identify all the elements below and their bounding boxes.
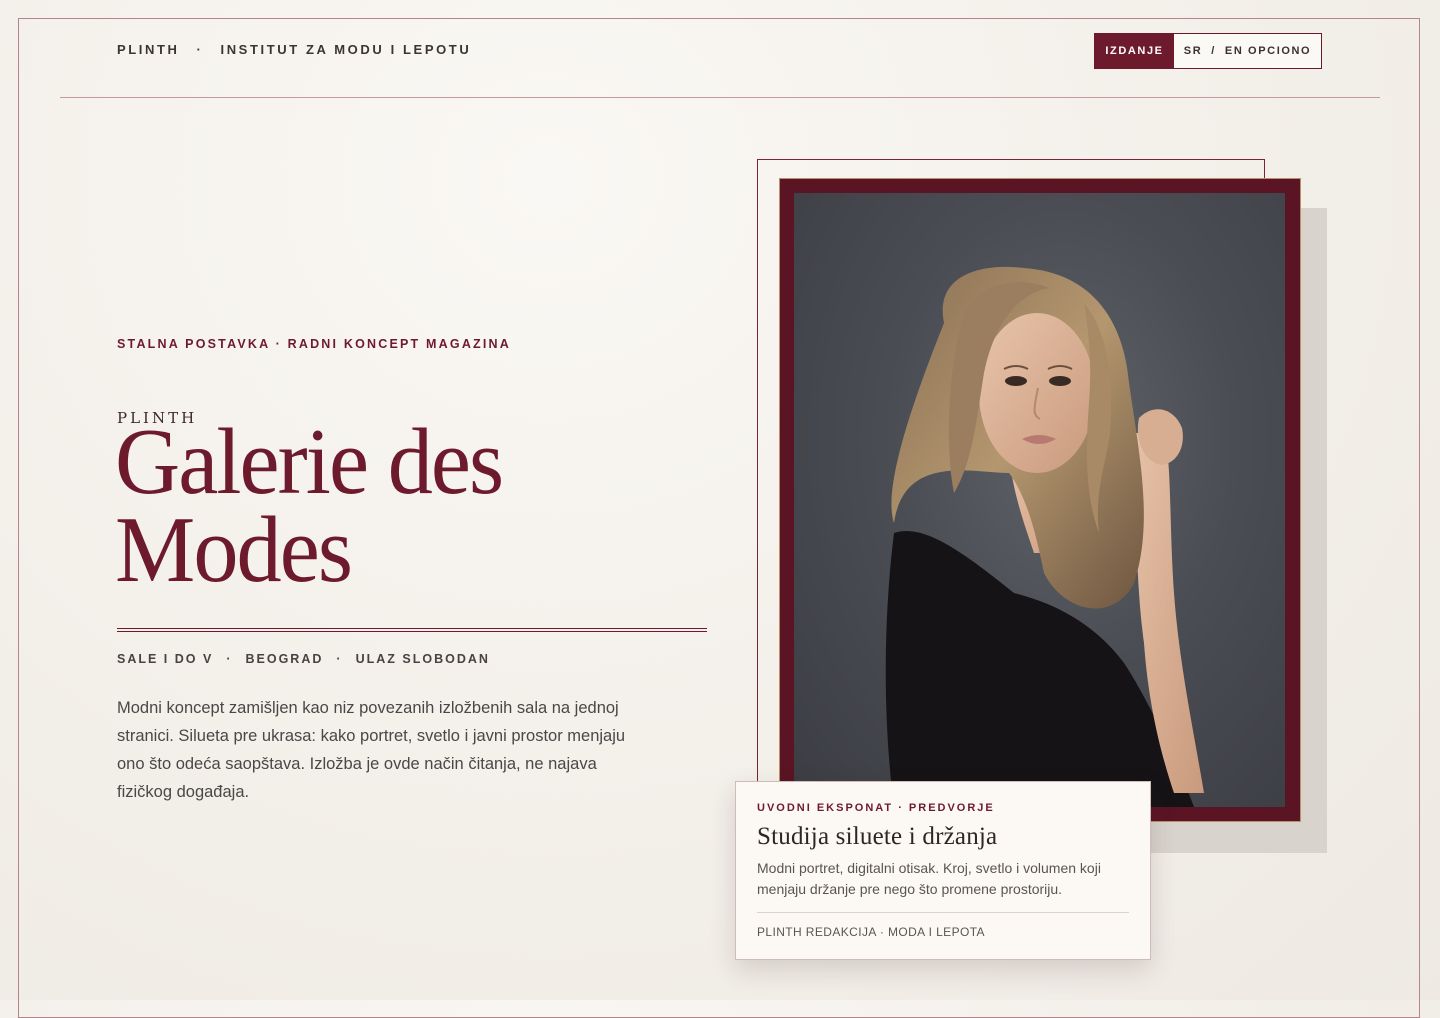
lang-en[interactable]: EN OPCIONO [1225, 45, 1311, 57]
caption-kicker: UVODNI EKSPONAT · PREDVORJE [757, 802, 995, 814]
lang-separator: / [1211, 45, 1216, 57]
caption-card[interactable]: UVODNI EKSPONAT · PREDVORJE Studija silu… [735, 781, 1151, 960]
caption-description: Modni portret, digitalni otisak. Kroj, s… [757, 860, 1101, 897]
site-header: PLINTH · INSTITUT ZA MODU I LEPOTU [117, 42, 471, 57]
caption-title: Studija siluete i držanja [757, 823, 998, 850]
hero-kicker: STALNA POSTAVKA · RADNI KONCEPT MAGAZINA [117, 337, 512, 351]
caption-divider [757, 912, 1129, 913]
site-brand[interactable]: PLINTH [117, 42, 180, 57]
meta-separator: · [226, 652, 233, 666]
portrait-illustration [885, 266, 1204, 807]
caption-credit: PLINTH REDAKCIJA · MODA I LEPOTA [757, 925, 985, 939]
exhibition-meta: SALE I DO V · BEOGRAD · ULAZ SLOBODAN [117, 652, 490, 666]
institute-name[interactable]: INSTITUT ZA MODU I LEPOTU [220, 42, 471, 57]
meta-entry: ULAZ SLOBODAN [355, 652, 490, 666]
meta-separator: · [336, 652, 343, 666]
language-toggle[interactable]: SR / EN OPCIONO [1174, 34, 1321, 68]
lang-sr[interactable]: SR [1184, 45, 1202, 57]
title-double-rule [117, 628, 707, 632]
meta-city: BEOGRAD [245, 652, 324, 666]
header-separator: · [196, 42, 204, 57]
edition-label[interactable]: IZDANJE [1095, 34, 1174, 68]
intro-paragraph: Modni koncept zamišljen kao niz povezani… [117, 699, 626, 801]
page-title: Galerie des Modes [115, 415, 691, 597]
edition-language-switch[interactable]: IZDANJE SR / EN OPCIONO [1094, 33, 1322, 69]
header-divider [60, 97, 1380, 98]
meta-halls: SALE I DO V [117, 652, 214, 666]
portrait-image[interactable] [794, 193, 1285, 807]
title-line-2: Modes [115, 498, 353, 602]
